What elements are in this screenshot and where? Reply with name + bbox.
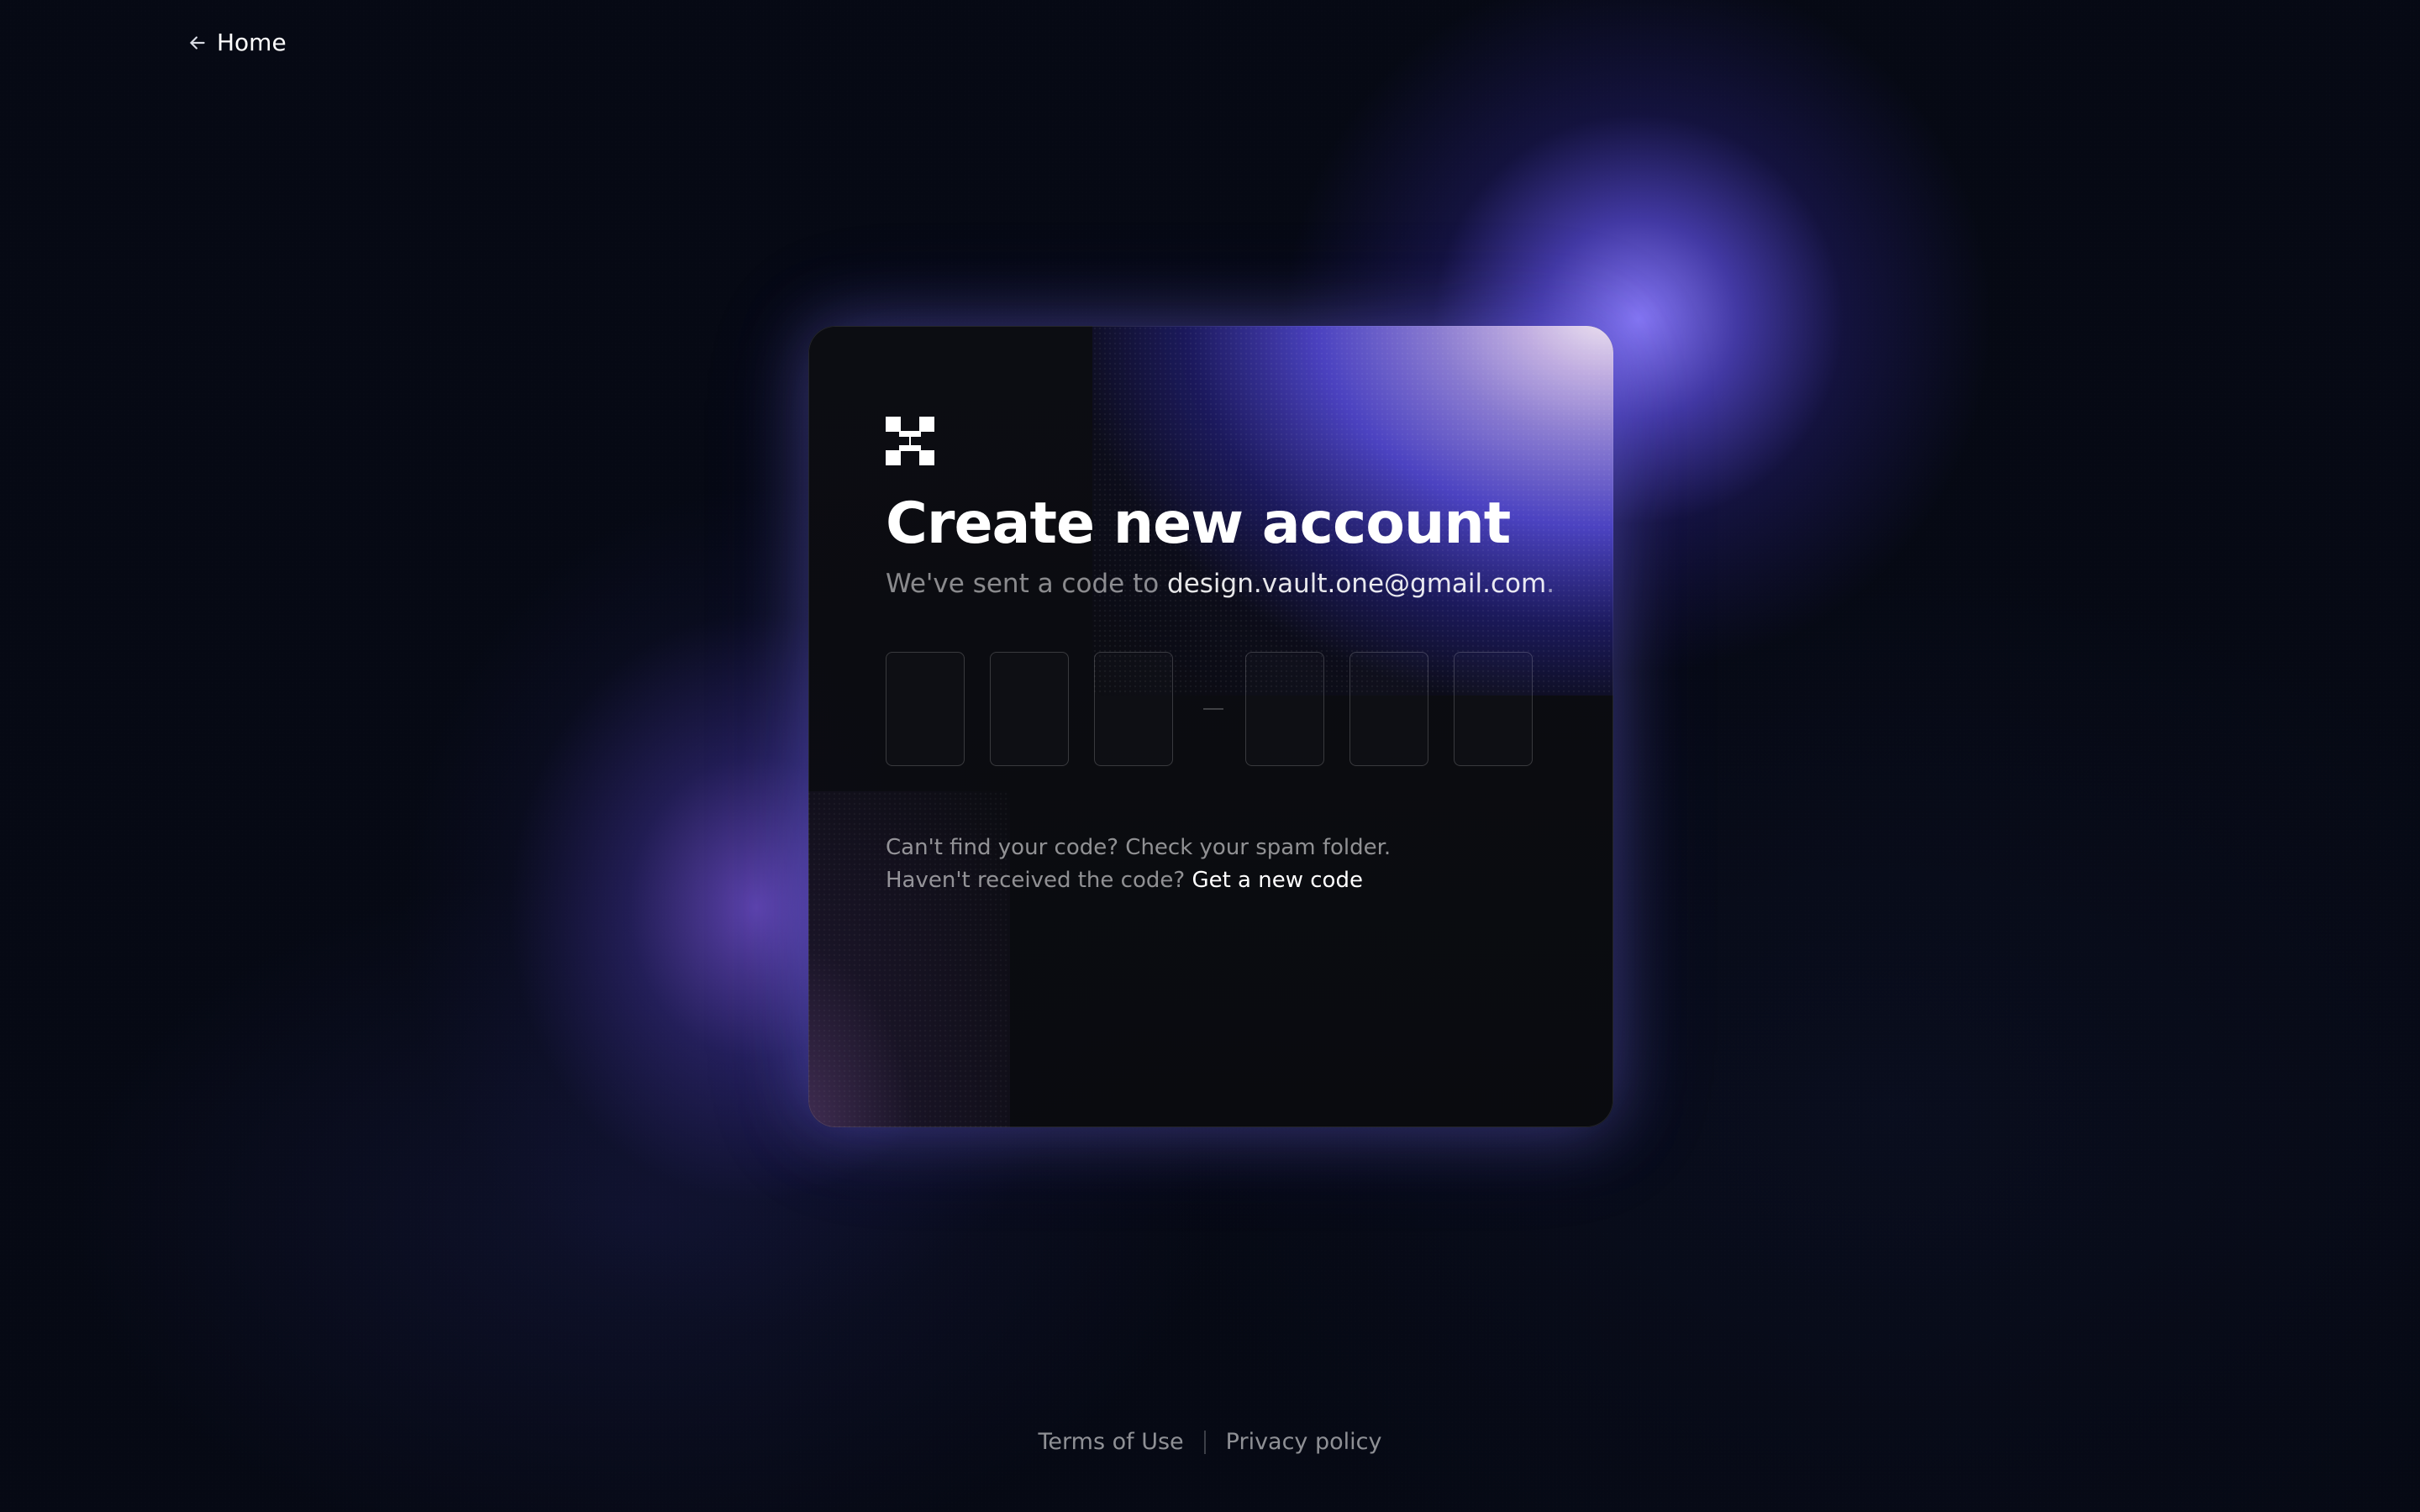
terms-link[interactable]: Terms of Use: [1039, 1428, 1184, 1457]
page-background: Home Create new account We've sent a cod…: [0, 0, 2420, 1512]
email-address: design.vault.one@gmail.com: [1167, 569, 1547, 599]
signup-card: Create new account We've sent a code to …: [808, 326, 1613, 1127]
brand-logo: [886, 417, 934, 465]
code-sent-message: We've sent a code to design.vault.one@gm…: [886, 568, 1555, 600]
subtitle-prefix: We've sent a code to: [886, 569, 1160, 599]
privacy-link[interactable]: Privacy policy: [1226, 1428, 1382, 1457]
subtitle-suffix: .: [1546, 569, 1555, 599]
get-new-code-link[interactable]: Get a new code: [1192, 868, 1363, 893]
code-separator: [1203, 708, 1223, 710]
code-digit-1[interactable]: [886, 652, 965, 766]
footer: Terms of Use Privacy policy: [0, 1428, 2420, 1457]
arrow-left-icon: [187, 32, 208, 54]
code-digit-2[interactable]: [990, 652, 1069, 766]
help-text: Can't find your code? Check your spam fo…: [886, 832, 1391, 897]
page-title: Create new account: [886, 491, 1511, 557]
code-digit-3[interactable]: [1094, 652, 1173, 766]
code-digit-6[interactable]: [1454, 652, 1533, 766]
footer-divider: [1203, 1431, 1206, 1454]
home-link-label: Home: [217, 29, 287, 56]
code-digit-4[interactable]: [1245, 652, 1324, 766]
code-digit-5[interactable]: [1349, 652, 1428, 766]
verification-code-inputs: [886, 652, 1534, 769]
resend-prompt: Haven't received the code?: [886, 868, 1186, 893]
home-link[interactable]: Home: [187, 29, 287, 57]
spam-folder-hint: Can't find your code? Check your spam fo…: [886, 835, 1392, 860]
